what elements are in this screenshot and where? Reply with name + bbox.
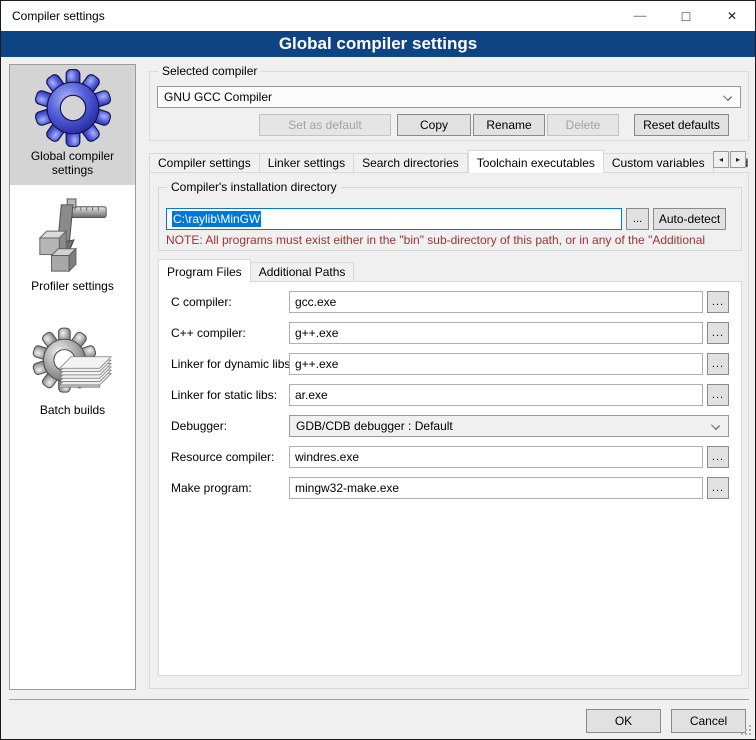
sidebar-item-batch-builds[interactable]: Batch builds: [10, 317, 135, 427]
tab-compiler-settings[interactable]: Compiler settings: [149, 153, 260, 173]
program-files-tabs: Program Files Additional Paths: [158, 259, 742, 282]
program-files-page: C compiler: gcc.exe ... C++ compiler: g+…: [158, 281, 742, 676]
make-program-input[interactable]: mingw32-make.exe: [289, 477, 703, 499]
field-row: Debugger: GDB/CDB debugger : Default: [159, 415, 743, 437]
auto-detect-button[interactable]: Auto-detect: [653, 208, 726, 230]
delete-button: Delete: [547, 114, 619, 136]
ok-button[interactable]: OK: [586, 709, 661, 733]
chevron-down-icon: [723, 92, 732, 101]
set-as-default-button: Set as default: [259, 114, 391, 136]
field-label: Debugger:: [171, 415, 227, 437]
installation-directory-group: Compiler's installation directory C:\ray…: [158, 187, 742, 251]
installation-directory-input[interactable]: C:\raylib\MinGW: [166, 208, 622, 230]
field-label: Make program:: [171, 477, 252, 499]
compiler-tabs: Compiler settings Linker settings Search…: [149, 149, 749, 173]
sidebar-item-label: Global compiler settings: [10, 147, 135, 181]
dynamic-linker-input[interactable]: g++.exe: [289, 353, 703, 375]
browse-directory-button[interactable]: ...: [626, 208, 649, 230]
make-program-browse-button[interactable]: ...: [707, 477, 729, 499]
footer-separator: [9, 699, 749, 700]
minimize-icon[interactable]: —: [617, 1, 663, 30]
gray-gear-stack-icon: [31, 323, 115, 401]
field-row: C compiler: gcc.exe ...: [159, 291, 743, 313]
chevron-down-icon: [711, 421, 720, 430]
titlebar: Compiler settings — □ ✕: [1, 1, 755, 31]
dynamic-linker-browse-button[interactable]: ...: [707, 353, 729, 375]
tab-search-directories[interactable]: Search directories: [354, 153, 468, 173]
maximize-icon[interactable]: □: [663, 1, 709, 30]
caliper-icon: [32, 197, 114, 277]
bin-subdirectory-note: NOTE: All programs must exist either in …: [166, 233, 738, 247]
selected-compiler-legend: Selected compiler: [158, 64, 261, 78]
settings-category-list: Global compiler settings: [9, 64, 136, 690]
tab-scroll-right-icon[interactable]: ▸: [730, 151, 746, 168]
sidebar-item-label: Profiler settings: [27, 277, 118, 297]
resize-grip[interactable]: [739, 723, 753, 737]
field-row: Linker for static libs: ar.exe ...: [159, 384, 743, 406]
tab-scroll-left-icon[interactable]: ◂: [713, 151, 729, 168]
static-linker-browse-button[interactable]: ...: [707, 384, 729, 406]
debugger-select[interactable]: GDB/CDB debugger : Default: [289, 415, 729, 437]
field-label: Linker for static libs:: [171, 384, 277, 406]
sidebar-item-profiler-settings[interactable]: Profiler settings: [10, 191, 135, 303]
c-compiler-browse-button[interactable]: ...: [707, 291, 729, 313]
tab-linker-settings[interactable]: Linker settings: [260, 153, 354, 173]
field-row: C++ compiler: g++.exe ...: [159, 322, 743, 344]
window-controls: — □ ✕: [617, 1, 755, 30]
tab-additional-paths[interactable]: Additional Paths: [251, 262, 355, 282]
installation-directory-legend: Compiler's installation directory: [167, 180, 341, 194]
tab-scroll-buttons: ◂ ▸: [712, 151, 746, 168]
field-label: Linker for dynamic libs:: [171, 353, 294, 375]
field-row: Resource compiler: windres.exe ...: [159, 446, 743, 468]
blue-gear-icon: [34, 69, 112, 147]
static-linker-input[interactable]: ar.exe: [289, 384, 703, 406]
cpp-compiler-browse-button[interactable]: ...: [707, 322, 729, 344]
copy-button[interactable]: Copy: [397, 114, 471, 136]
field-row: Make program: mingw32-make.exe ...: [159, 477, 743, 499]
window-title: Compiler settings: [12, 1, 105, 31]
tab-toolchain-executables[interactable]: Toolchain executables: [468, 150, 604, 173]
toolchain-executables-page: Compiler's installation directory C:\ray…: [149, 172, 749, 689]
resource-compiler-browse-button[interactable]: ...: [707, 446, 729, 468]
resource-compiler-input[interactable]: windres.exe: [289, 446, 703, 468]
cpp-compiler-input[interactable]: g++.exe: [289, 322, 703, 344]
tab-custom-variables[interactable]: Custom variables: [604, 153, 714, 173]
field-label: C compiler:: [171, 291, 232, 313]
close-icon[interactable]: ✕: [709, 1, 755, 30]
page-title: Global compiler settings: [1, 31, 755, 57]
field-label: C++ compiler:: [171, 322, 246, 344]
field-row: Linker for dynamic libs: g++.exe ...: [159, 353, 743, 375]
cancel-button[interactable]: Cancel: [671, 709, 746, 733]
compiler-settings-dialog: Compiler settings — □ ✕ Global compiler …: [0, 0, 756, 740]
reset-defaults-button[interactable]: Reset defaults: [634, 114, 729, 136]
field-label: Resource compiler:: [171, 446, 274, 468]
rename-button[interactable]: Rename: [473, 114, 545, 136]
sidebar-item-global-compiler-settings[interactable]: Global compiler settings: [10, 65, 135, 185]
tab-program-files[interactable]: Program Files: [158, 259, 251, 283]
sidebar-item-label: Batch builds: [36, 401, 109, 421]
selected-compiler-select[interactable]: GNU GCC Compiler: [157, 86, 741, 108]
c-compiler-input[interactable]: gcc.exe: [289, 291, 703, 313]
